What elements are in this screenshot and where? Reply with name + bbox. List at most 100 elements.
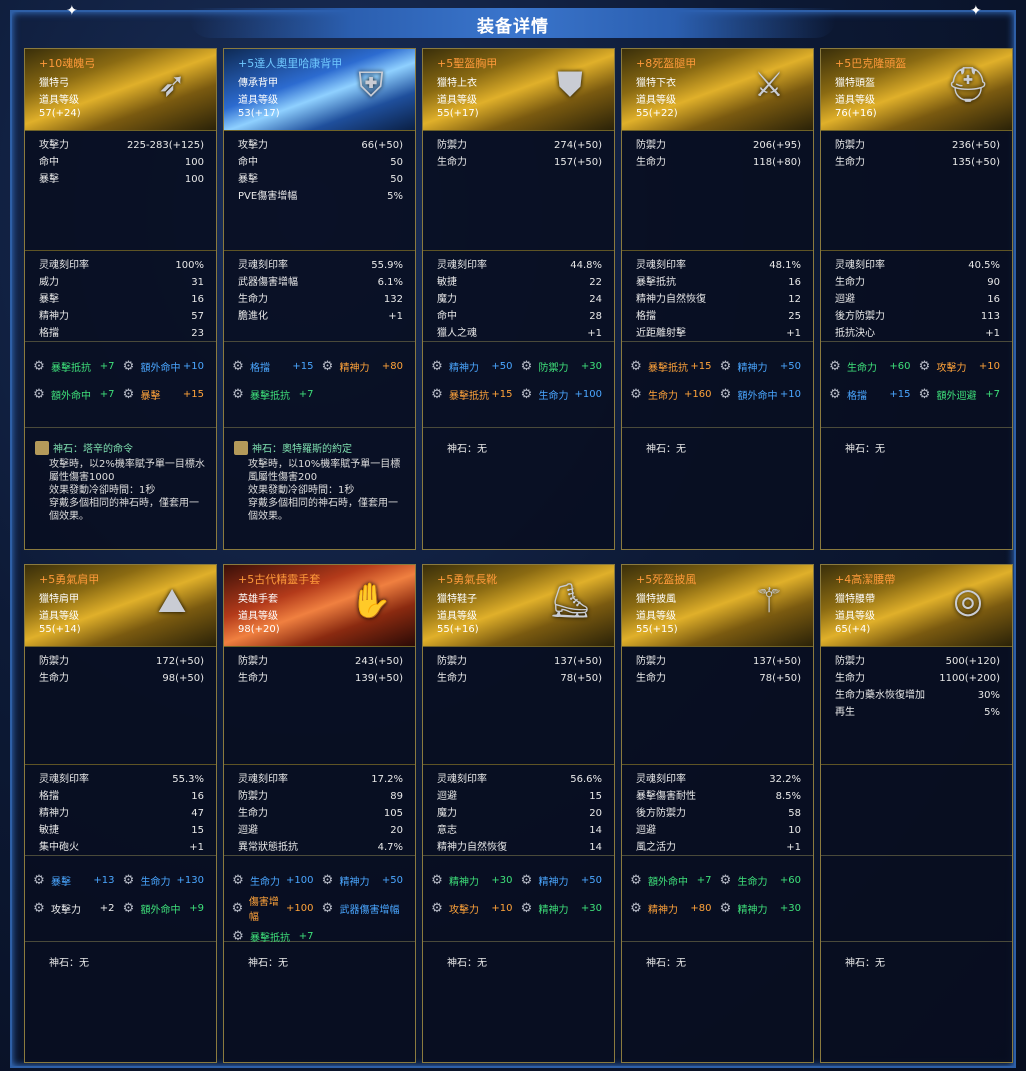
- gem-slot[interactable]: ⚙ 精神力 +50: [718, 352, 808, 380]
- god-stone-title: 神石：无: [447, 444, 487, 455]
- gem-slot[interactable]: ⚙ 暴擊抵抗 +15: [628, 352, 718, 380]
- gem-slot[interactable]: ⚙ 精神力 +80: [320, 352, 410, 380]
- gem-slot[interactable]: ⚙ 生命力 +130: [121, 866, 211, 894]
- gem-slot[interactable]: ⚙ 額外命中 +7: [31, 380, 121, 408]
- equipment-card[interactable]: +5死盔披風 獵特披風 道具等级 55(+15) ⚚ 防禦力 137(+50) 生命力 78(+…: [621, 564, 814, 1063]
- gem-slot[interactable]: ⚙ 防禦力 +30: [519, 352, 609, 380]
- stat-value: 12: [788, 294, 801, 305]
- gem-slot[interactable]: ⚙ 暴擊抵抗 +7: [31, 352, 121, 380]
- equipment-card[interactable]: +8死盔腿甲 獵特下衣 道具等级 55(+22) ⚔ 防禦力 206(+95) 生命力 118(…: [621, 48, 814, 550]
- soul-stat-row: 精神力自然恢復 12: [636, 291, 801, 308]
- stat-name: 格擋: [39, 328, 59, 339]
- gem-slot[interactable]: ⚙ 生命力 +60: [718, 866, 808, 894]
- gem-slot[interactable]: ⚙ 格擋 +15: [827, 380, 917, 408]
- gem-name: 生命力: [140, 876, 171, 888]
- item-level-label: 道具等级: [238, 95, 278, 106]
- stat-name: 後方防禦力: [835, 311, 885, 322]
- soul-stats: 灵魂刻印率 100% 威力 31 暴擊 16 精神力 57 格擋 23: [25, 251, 216, 342]
- soul-stat-row: 格擋 25: [636, 308, 801, 325]
- gem-value: +10: [779, 388, 801, 400]
- soul-stat-row: 膽進化 +1: [238, 308, 403, 325]
- gem-slot[interactable]: ⚙ 傷害增幅 +100: [230, 894, 320, 923]
- equipment-card[interactable]: +5勇氣長靴 獵特鞋子 道具等级 55(+16) ⛸ 防禦力 137(+50) 生命力 78(+…: [422, 564, 615, 1063]
- gem-slot[interactable]: ⚙ 生命力 +160: [628, 380, 718, 408]
- gem-slot[interactable]: ⚙ 攻擊力 +10: [429, 894, 519, 922]
- stat-value: 16: [191, 294, 204, 305]
- stat-name: 生命力: [835, 157, 865, 168]
- gem-slot[interactable]: ⚙ 攻擊力 +2: [31, 894, 121, 922]
- gem-icon: ⚙: [719, 386, 732, 402]
- gem-slot[interactable]: ⚙ 暴擊 +13: [31, 866, 121, 894]
- gem-value: +7: [985, 388, 1000, 400]
- soul-stat-row: 灵魂刻印率 56.6%: [437, 771, 602, 788]
- god-stone-title: 神石：无: [646, 444, 686, 455]
- gem-value: +100: [574, 388, 602, 400]
- gem-slot[interactable]: ⚙ 暴擊抵抗 +15: [429, 380, 519, 408]
- item-level-label: 道具等级: [636, 95, 676, 106]
- gem-slot[interactable]: ⚙ 暴擊抵抗 +7: [230, 922, 320, 950]
- gem-slot[interactable]: ⚙ 額外命中 +9: [121, 894, 211, 922]
- gem-slot[interactable]: ⚙ 精神力 +50: [519, 866, 609, 894]
- equipment-card[interactable]: +5巴克隆頭盔 獵特頭盔 道具等级 76(+16) ⛑ 防禦力 236(+50) 生命力 135…: [820, 48, 1013, 550]
- god-stone-title: 神石：奧特羅斯的約定: [252, 444, 352, 455]
- gem-slot[interactable]: ⚙ 額外命中 +7: [628, 866, 718, 894]
- soul-stat-row: 生命力 105: [238, 805, 403, 822]
- gem-slot[interactable]: ⚙ 暴擊抵抗 +7: [230, 380, 320, 408]
- gem-slot[interactable]: ⚙ 生命力 +60: [827, 352, 917, 380]
- item-level: 53(+17): [238, 108, 280, 119]
- gem-name: 生命力: [538, 390, 569, 402]
- equipment-card[interactable]: +5達人奧里哈康背甲 傳承背甲 道具等级 53(+17) ⛨ 攻擊力 66(+50) 命中 50…: [223, 48, 416, 550]
- stat-row: 攻擊力 66(+50): [238, 137, 403, 154]
- item-header: +5死盔披風 獵特披風 道具等级 55(+15) ⚚: [622, 565, 813, 647]
- gem-slot[interactable]: ⚙ 額外命中 +10: [121, 352, 211, 380]
- gem-value: +7: [99, 388, 115, 400]
- gem-slot[interactable]: ⚙ 暴擊 +15: [121, 380, 211, 408]
- gem-value: +50: [580, 874, 602, 886]
- gem-name: 傷害增幅: [248, 897, 279, 923]
- gem-value: +13: [93, 874, 115, 886]
- stat-name: 抵抗決心: [835, 328, 875, 339]
- stat-name: 迴避: [636, 825, 656, 836]
- gem-name: 暴擊: [140, 390, 161, 402]
- stat-value: 5%: [984, 707, 1000, 718]
- stat-value: 4.7%: [377, 842, 403, 853]
- stat-name: 生命力: [835, 673, 865, 684]
- gem-slot[interactable]: ⚙ 額外迴避 +7: [917, 380, 1007, 408]
- equipment-card[interactable]: +10魂魄弓 獵特弓 道具等级 57(+24) ➶ 攻擊力 225-283(+125) 命中 1…: [24, 48, 217, 550]
- gem-slot[interactable]: ⚙ 生命力 +100: [519, 380, 609, 408]
- gem-slot[interactable]: ⚙ 精神力 +30: [429, 866, 519, 894]
- item-type: 獵特腰帶: [835, 594, 875, 605]
- stat-name: 敏捷: [39, 825, 59, 836]
- gem-icon: ⚙: [33, 872, 45, 888]
- soul-stat-row: 生命力 132: [238, 291, 403, 308]
- equipment-card[interactable]: +5古代精靈手套 英雄手套 道具等级 98(+20) ✋ 防禦力 243(+50) 生命力 13…: [223, 564, 416, 1063]
- gem-slot[interactable]: ⚙ 精神力 +80: [628, 894, 718, 922]
- gem-name: 生命力: [737, 876, 768, 888]
- stat-value: 105: [383, 808, 403, 819]
- gem-slot[interactable]: ⚙ 精神力 +30: [718, 894, 808, 922]
- equipment-card[interactable]: +5聖盔胸甲 獵特上衣 道具等级 55(+17) ⛊ 防禦力 274(+50) 生命力 157(…: [422, 48, 615, 550]
- gem-slot[interactable]: ⚙ 額外命中 +10: [718, 380, 808, 408]
- stat-row: 防禦力 236(+50): [835, 137, 1000, 154]
- stat-row: 攻擊力 225-283(+125): [39, 137, 204, 154]
- gem-slot[interactable]: ⚙ 武器傷害增幅: [320, 894, 410, 922]
- item-type: 獵特肩甲: [39, 594, 79, 605]
- gem-slot[interactable]: ⚙ 精神力 +50: [320, 866, 410, 894]
- gem-slot[interactable]: ⚙ 精神力 +50: [429, 352, 519, 380]
- gem-slot[interactable]: ⚙ 精神力 +30: [519, 894, 609, 922]
- item-name: +5死盔披風: [636, 573, 697, 586]
- gem-slot[interactable]: ⚙ 格擋 +15: [230, 352, 320, 380]
- stat-row: 防禦力 137(+50): [437, 653, 602, 670]
- equipment-card[interactable]: +5勇氣肩甲 獵特肩甲 道具等级 55(+14) ⛰ 防禦力 172(+50) 生命力 98(+…: [24, 564, 217, 1063]
- stat-name: 防禦力: [437, 656, 467, 667]
- stat-value: 28: [589, 311, 602, 322]
- gem-icon: ⚙: [630, 872, 642, 888]
- item-name: +5古代精靈手套: [238, 573, 321, 586]
- soul-stat-row: 魔力 24: [437, 291, 602, 308]
- god-stone-title: 神石：无: [646, 958, 686, 969]
- gem-slot[interactable]: ⚙ 攻擊力 +10: [917, 352, 1007, 380]
- god-stone: 神石：无: [622, 942, 813, 969]
- equipment-card[interactable]: +4高潔腰帶 獵特腰帶 道具等级 65(+4) ◎ 防禦力 500(+120) 生命力 1100…: [820, 564, 1013, 1063]
- gem-slot[interactable]: ⚙ 生命力 +100: [230, 866, 320, 894]
- gem-slots: ⚙ 暴擊抵抗 +7 ⚙ 額外命中 +10 ⚙ 額外命中 +7 ⚙ 暴擊 +15: [25, 342, 216, 428]
